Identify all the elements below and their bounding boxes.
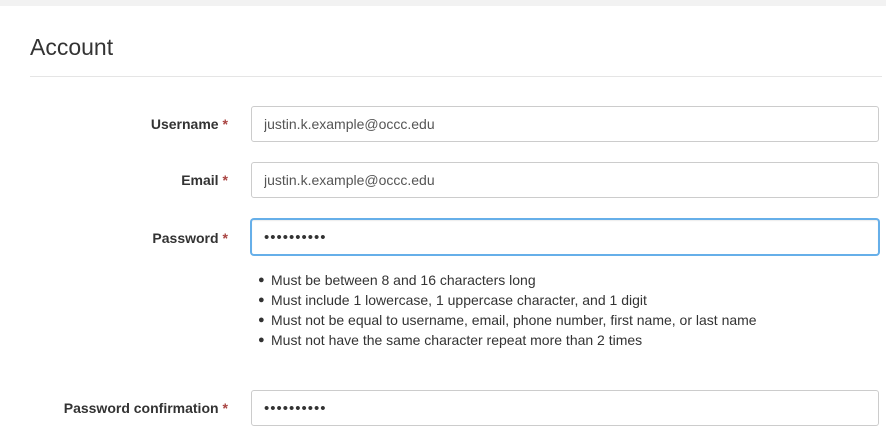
required-marker: * xyxy=(222,400,228,416)
password-input[interactable] xyxy=(251,219,879,255)
password-rule: ● Must be between 8 and 16 characters lon… xyxy=(258,270,757,290)
username-label: Username * xyxy=(151,116,228,132)
bullet-icon: ● xyxy=(258,314,265,326)
username-input[interactable] xyxy=(251,106,879,142)
password-rule-text: Must not be equal to username, email, ph… xyxy=(271,312,757,328)
email-label: Email * xyxy=(181,172,228,188)
email-label-text: Email xyxy=(181,172,219,188)
bullet-icon: ● xyxy=(258,274,265,286)
required-marker: * xyxy=(222,116,228,132)
required-marker: * xyxy=(222,172,228,188)
password-rules-list: ● Must be between 8 and 16 characters lon… xyxy=(258,270,757,350)
password-label: Password * xyxy=(152,230,228,246)
password-rule-text: Must be between 8 and 16 characters long xyxy=(271,272,536,288)
password-label-text: Password xyxy=(152,230,219,246)
password-confirmation-label: Password confirmation * xyxy=(64,400,228,416)
password-confirmation-input[interactable] xyxy=(251,390,879,426)
password-rule-text: Must not have the same character repeat … xyxy=(271,332,643,348)
section-divider xyxy=(30,76,882,77)
account-page: Account Username* Email* Password* ●Must… xyxy=(0,0,886,444)
password-rule-text: Must include 1 lowercase, 1 uppercase ch… xyxy=(271,292,647,308)
section-title: Account xyxy=(30,34,114,60)
password-rule: ● Must not be equal to username, email, p… xyxy=(258,310,757,330)
bullet-icon: ● xyxy=(258,334,265,346)
password-rule: ● Must not have the same character repeat… xyxy=(258,330,757,350)
required-marker: * xyxy=(222,230,228,246)
password-rule: ● Must include 1 lowercase, 1 uppercase c… xyxy=(258,290,757,310)
password-confirmation-label-text: Password confirmation xyxy=(63,400,219,416)
top-edge xyxy=(0,0,886,6)
email-input[interactable] xyxy=(251,162,879,198)
username-label-text: Username xyxy=(150,116,219,132)
bullet-icon: ● xyxy=(258,294,265,306)
